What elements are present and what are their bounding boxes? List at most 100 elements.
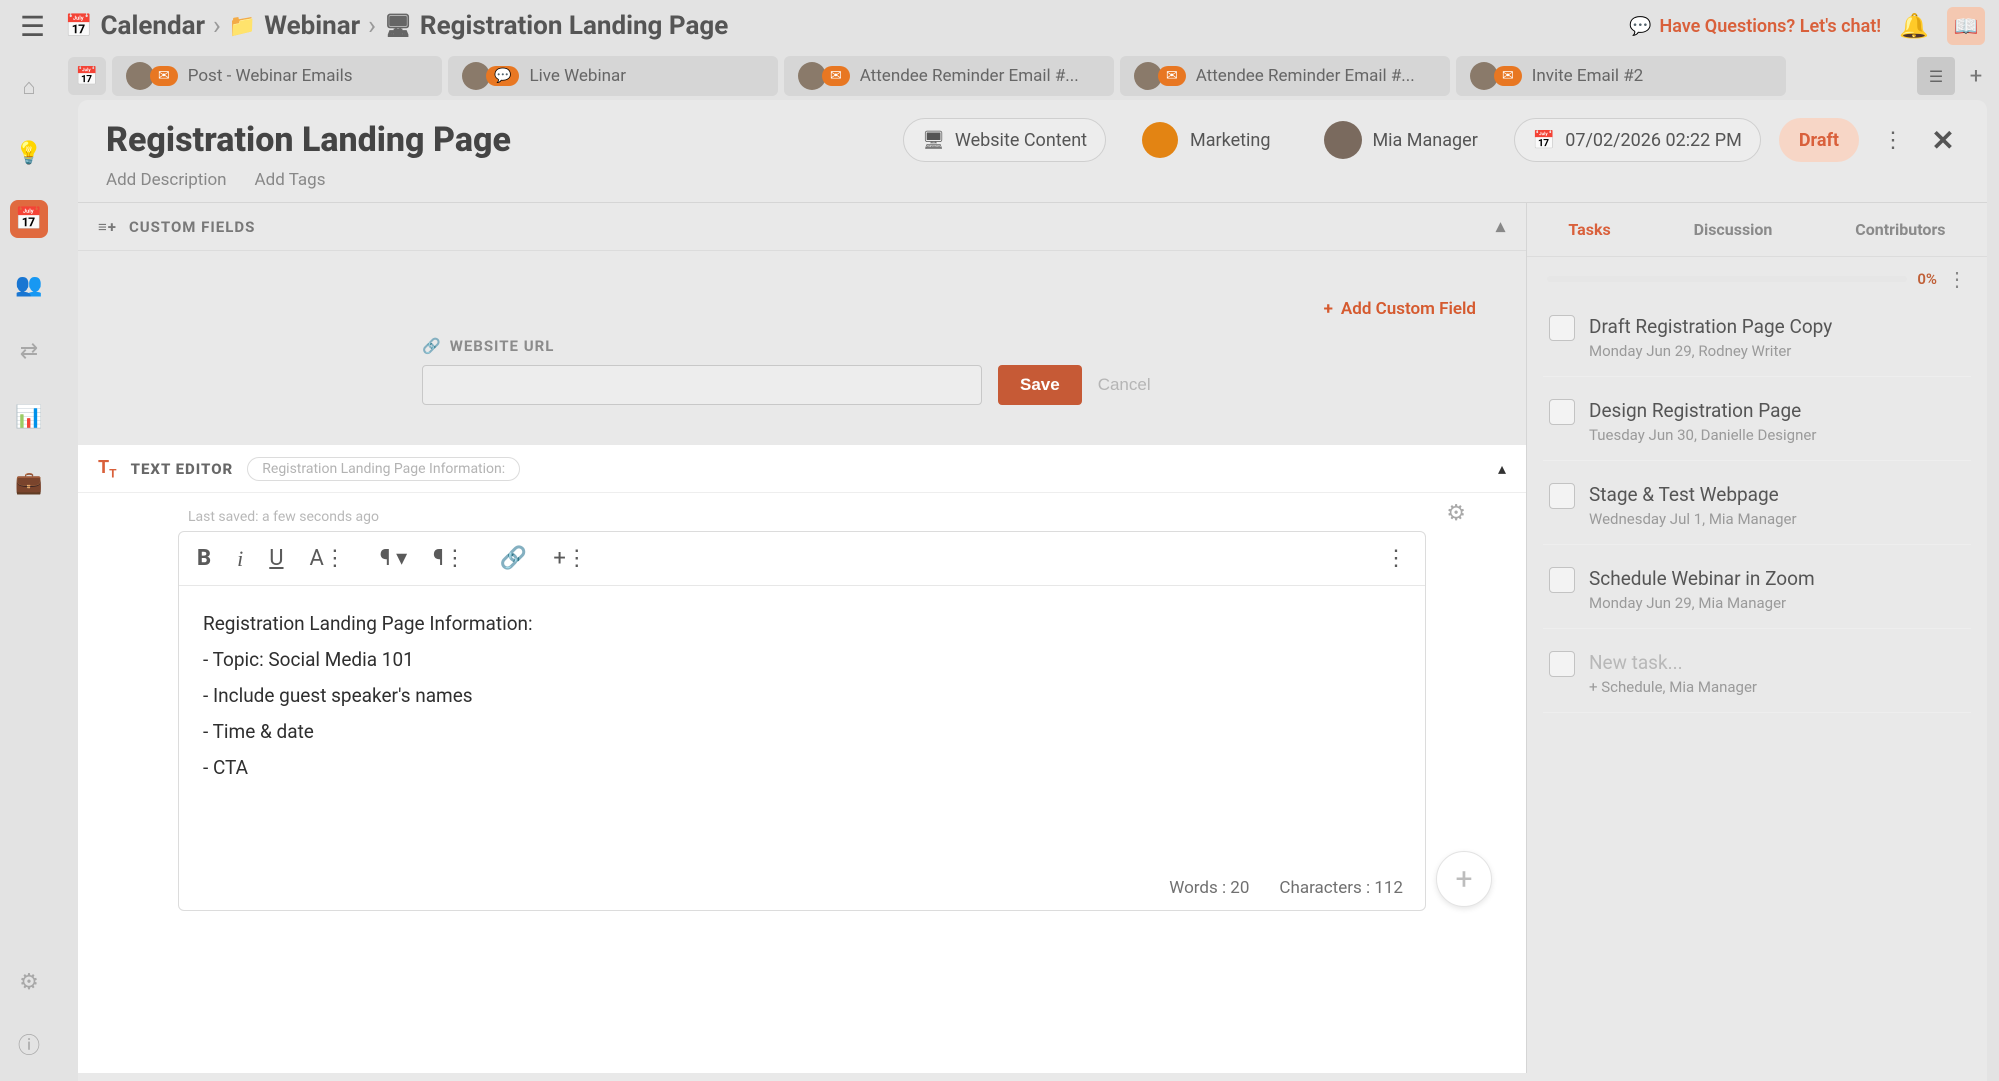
assignee-chip[interactable]: Mia Manager xyxy=(1306,118,1495,162)
paragraph-format-icon[interactable]: ¶ ▾ xyxy=(380,546,407,571)
schedule-chip[interactable]: 📅 07/02/2026 02:22 PM xyxy=(1514,118,1761,162)
editor-line[interactable]: - CTA xyxy=(203,750,1401,786)
task-checkbox[interactable] xyxy=(1549,399,1575,425)
mail-badge-icon: ✉ xyxy=(150,66,178,86)
tab-item[interactable]: ✉ Invite Email #2 xyxy=(1456,56,1786,96)
tab-label: Live Webinar xyxy=(529,66,626,86)
right-tab-tasks[interactable]: Tasks xyxy=(1568,220,1610,239)
task-row[interactable]: Schedule Webinar in Zoom Monday Jun 29, M… xyxy=(1543,557,1971,629)
website-url-input[interactable] xyxy=(422,365,982,405)
task-checkbox[interactable] xyxy=(1549,315,1575,341)
calendar-group-chip[interactable]: Marketing xyxy=(1124,118,1288,162)
close-icon[interactable]: ✕ xyxy=(1927,124,1959,156)
right-tab-discussion[interactable]: Discussion xyxy=(1694,220,1773,239)
word-count: Words : 20 xyxy=(1169,878,1249,898)
breadcrumb-page[interactable]: Registration Landing Page xyxy=(420,11,728,41)
editor-title-pill[interactable]: Registration Landing Page Information: xyxy=(247,457,520,481)
mail-badge-icon: ✉ xyxy=(822,66,850,86)
avatar xyxy=(1324,121,1362,159)
tasks-kebab-icon[interactable]: ⋮ xyxy=(1947,267,1967,291)
tab-item[interactable]: ✉ Attendee Reminder Email #... xyxy=(1120,56,1450,96)
task-row[interactable]: Stage & Test Webpage Wednesday Jul 1, Mia… xyxy=(1543,473,1971,545)
mail-badge-icon: ✉ xyxy=(1158,66,1186,86)
breadcrumb-root[interactable]: Calendar xyxy=(101,11,206,41)
task-name: Design Registration Page xyxy=(1589,399,1816,422)
hamburger-menu[interactable]: ☰ xyxy=(14,6,51,47)
add-description-link[interactable]: Add Description xyxy=(106,170,227,190)
nav-analytics-icon[interactable]: 📊 xyxy=(10,398,48,436)
char-count: Characters : 112 xyxy=(1279,878,1403,898)
tab-item[interactable]: ✉ Attendee Reminder Email #... xyxy=(784,56,1114,96)
add-custom-field-link[interactable]: Add Custom Field xyxy=(1324,299,1476,319)
calendar-button[interactable]: 📅 xyxy=(68,57,106,95)
new-task-placeholder[interactable]: New task... xyxy=(1589,651,1757,674)
chevron-up-icon: ▴ xyxy=(1498,459,1506,478)
page-title[interactable]: Registration Landing Page xyxy=(106,120,511,160)
task-checkbox[interactable] xyxy=(1549,483,1575,509)
guide-book-icon[interactable]: 📖 xyxy=(1947,7,1985,45)
breadcrumb-folder[interactable]: Webinar xyxy=(264,11,360,41)
task-meta: Tuesday Jun 30, Danielle Designer xyxy=(1589,426,1816,444)
custom-fields-header[interactable]: ≡+ CUSTOM FIELDS ▴ xyxy=(78,203,1526,251)
chat-badge-icon: 💬 xyxy=(486,66,519,86)
nav-assets-icon[interactable]: 💼 xyxy=(10,464,48,502)
content-type-label: Website Content xyxy=(955,130,1087,151)
right-tab-contributors[interactable]: Contributors xyxy=(1855,220,1945,239)
chat-icon: 💬 xyxy=(1629,16,1651,37)
italic-icon[interactable]: i xyxy=(237,546,243,572)
task-meta: Wednesday Jul 1, Mia Manager xyxy=(1589,510,1797,528)
nav-settings-icon[interactable]: ⚙ xyxy=(10,963,48,1001)
nav-home-icon[interactable]: ⌂ xyxy=(10,68,48,106)
help-chat-link[interactable]: 💬 Have Questions? Let's chat! xyxy=(1629,16,1881,37)
task-row[interactable]: Design Registration Page Tuesday Jun 30, … xyxy=(1543,389,1971,461)
nav-ideas-icon[interactable]: 💡 xyxy=(10,134,48,172)
tab-item[interactable]: ✉ Post - Webinar Emails xyxy=(112,56,442,96)
nav-calendar-icon[interactable]: 📅 xyxy=(10,200,48,238)
editor-settings-icon[interactable]: ⚙ xyxy=(1446,501,1466,526)
add-attachment-fab[interactable]: + xyxy=(1436,851,1492,907)
editor-line[interactable]: - Topic: Social Media 101 xyxy=(203,642,1401,678)
assignee-name: Mia Manager xyxy=(1372,130,1477,151)
editor-line[interactable]: - Include guest speaker's names xyxy=(203,678,1401,714)
task-row[interactable]: Draft Registration Page CopyMonday Jun 2… xyxy=(1543,305,1971,377)
task-checkbox[interactable] xyxy=(1549,651,1575,677)
paragraph-more-icon[interactable]: ¶⋮ xyxy=(433,546,466,571)
task-checkbox[interactable] xyxy=(1549,567,1575,593)
editor-line[interactable]: Registration Landing Page Information: xyxy=(203,606,1401,642)
task-name: Draft Registration Page Copy xyxy=(1589,315,1832,338)
nav-help-icon[interactable]: ⓘ xyxy=(10,1025,48,1063)
tab-item[interactable]: 💬 Live Webinar xyxy=(448,56,778,96)
add-tab-button[interactable]: + xyxy=(1961,61,1991,91)
tab-label: Invite Email #2 xyxy=(1532,66,1644,86)
new-task-row[interactable]: New task...+ Schedule, Mia Manager xyxy=(1543,641,1971,713)
custom-fields-heading: CUSTOM FIELDS xyxy=(129,218,255,236)
link-icon[interactable]: 🔗 xyxy=(500,546,527,571)
notifications-icon[interactable]: 🔔 xyxy=(1899,12,1929,40)
folder-icon: 📁 xyxy=(229,14,256,39)
editor-line[interactable]: - Time & date xyxy=(203,714,1401,750)
bold-icon[interactable]: B xyxy=(197,546,211,571)
cancel-button[interactable]: Cancel xyxy=(1098,375,1151,395)
nav-team-icon[interactable]: 👥 xyxy=(10,266,48,304)
task-meta: Monday Jun 29, Mia Manager xyxy=(1589,594,1815,612)
color-dot-icon xyxy=(1142,122,1178,158)
toolbar-kebab-icon[interactable]: ⋮ xyxy=(1385,546,1407,571)
editor-toolbar: B i U A⋮ ¶ ▾ ¶⋮ 🔗 xyxy=(179,532,1425,586)
text-style-icon[interactable]: A⋮ xyxy=(310,546,346,571)
content-type-chip[interactable]: 🖥 Website Content xyxy=(903,118,1106,162)
status-chip[interactable]: Draft xyxy=(1779,118,1859,162)
task-name: Stage & Test Webpage xyxy=(1589,483,1797,506)
save-button[interactable]: Save xyxy=(998,365,1082,405)
task-name: Schedule Webinar in Zoom xyxy=(1589,567,1815,590)
add-tags-link[interactable]: Add Tags xyxy=(255,170,326,190)
tabs-overflow-button[interactable]: ☰ xyxy=(1917,57,1955,95)
nav-shuffle-icon[interactable]: ⇄ xyxy=(10,332,48,370)
editor-content[interactable]: Registration Landing Page Information:- … xyxy=(179,586,1425,806)
status-label: Draft xyxy=(1799,130,1839,151)
underline-icon[interactable]: U xyxy=(269,546,283,571)
insert-more-icon[interactable]: +⋮ xyxy=(553,546,587,571)
calendar-icon: 📅 xyxy=(1533,130,1555,151)
kebab-menu-icon[interactable]: ⋮ xyxy=(1877,124,1909,156)
text-editor-header[interactable]: TT TEXT EDITOR Registration Landing Page… xyxy=(78,445,1526,493)
monitor-icon: 🖥 xyxy=(384,14,412,39)
